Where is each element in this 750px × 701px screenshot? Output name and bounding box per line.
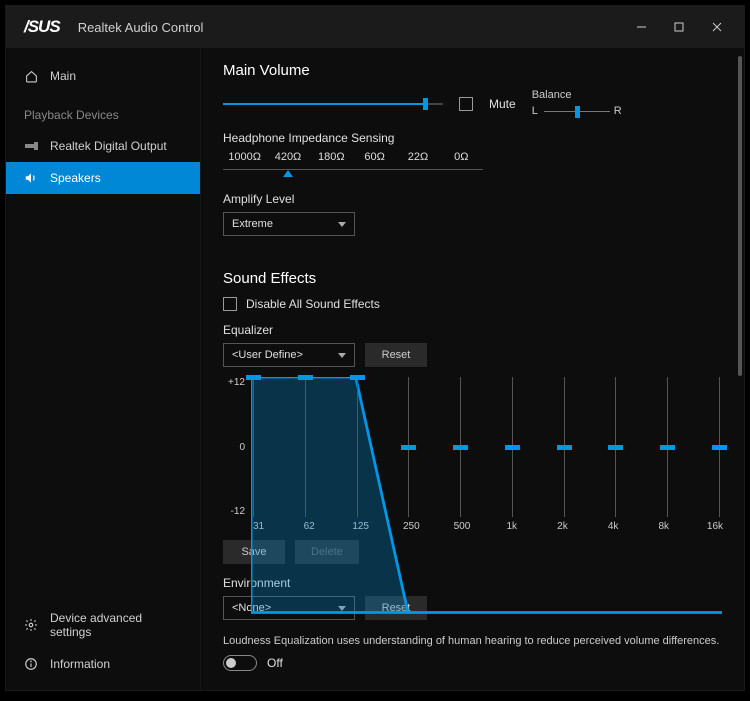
sidebar-item-label: Information	[50, 657, 110, 671]
gear-icon	[24, 618, 38, 632]
equalizer-delete-button[interactable]: Delete	[295, 540, 359, 564]
balance-left-label: L	[532, 105, 538, 117]
eq-band-label: 16k	[707, 521, 722, 532]
environment-reset-button[interactable]: Reset	[365, 596, 427, 620]
eq-band-slider[interactable]	[615, 377, 616, 517]
impedance-scale: 1000Ω420Ω180Ω60Ω22Ω0Ω	[223, 151, 483, 170]
equalizer-save-button[interactable]: Save	[223, 540, 285, 564]
loudness-toggle[interactable]	[223, 655, 257, 671]
titlebar: /SUS Realtek Audio Control	[6, 6, 744, 48]
main-panel: Main Volume Mute Balance L R	[201, 48, 744, 690]
disable-effects-checkbox[interactable]	[223, 297, 237, 311]
eq-band-label: 500	[454, 521, 469, 532]
close-button[interactable]	[698, 12, 736, 42]
eq-band-label: 8k	[656, 521, 671, 532]
mute-label: Mute	[489, 97, 516, 111]
eq-band-label: 250	[403, 521, 418, 532]
home-icon	[24, 69, 38, 83]
eq-band-slider[interactable]	[305, 377, 306, 517]
impedance-tick: 420Ω	[266, 151, 309, 167]
maximize-button[interactable]	[660, 12, 698, 42]
sidebar-item-label: Speakers	[50, 171, 101, 185]
eq-band-slider[interactable]	[408, 377, 409, 517]
sidebar-item-main[interactable]: Main	[6, 60, 200, 92]
sidebar-item-label: Device advanced settings	[50, 611, 182, 639]
chevron-down-icon	[338, 353, 346, 358]
amplify-selected: Extreme	[232, 218, 273, 230]
eq-band-slider[interactable]	[719, 377, 720, 517]
eq-band-slider[interactable]	[357, 377, 358, 517]
equalizer-preset-dropdown[interactable]: <User Define>	[223, 343, 355, 367]
speaker-icon	[24, 171, 38, 185]
equalizer-grid	[251, 377, 722, 517]
sidebar-item-advanced-settings[interactable]: Device advanced settings	[6, 602, 200, 648]
info-icon	[24, 657, 38, 671]
digital-output-icon	[24, 139, 38, 153]
eq-band-label: 31	[251, 521, 266, 532]
sidebar-item-label: Realtek Digital Output	[50, 139, 167, 153]
sidebar: Main Playback Devices Realtek Digital Ou…	[6, 48, 201, 690]
eq-band-label: 62	[302, 521, 317, 532]
eq-band-label: 1k	[504, 521, 519, 532]
environment-selected: <None>	[232, 602, 271, 614]
environment-label: Environment	[223, 576, 722, 590]
eq-band-slider[interactable]	[564, 377, 565, 517]
chevron-down-icon	[338, 606, 346, 611]
eq-band-slider[interactable]	[460, 377, 461, 517]
eq-band-slider[interactable]	[253, 377, 254, 517]
sidebar-item-information[interactable]: Information	[6, 648, 200, 680]
asus-logo: /SUS	[24, 17, 60, 37]
eq-x-axis: 31 62 125 250 500 1k 2k 4k 8k 16k	[251, 521, 722, 532]
eq-band-label: 4k	[606, 521, 621, 532]
app-title: Realtek Audio Control	[78, 20, 204, 35]
balance-slider[interactable]: L R	[532, 103, 622, 119]
amplify-dropdown[interactable]: Extreme	[223, 212, 355, 236]
sidebar-section-playback: Playback Devices	[6, 92, 200, 130]
loudness-state-label: Off	[267, 656, 283, 670]
disable-effects-label: Disable All Sound Effects	[246, 297, 380, 311]
sidebar-item-label: Main	[50, 69, 76, 83]
main-volume-slider[interactable]	[223, 94, 443, 114]
minimize-button[interactable]	[622, 12, 660, 42]
sound-effects-heading: Sound Effects	[223, 270, 722, 287]
sidebar-item-digital-output[interactable]: Realtek Digital Output	[6, 130, 200, 162]
impedance-tick: 1000Ω	[223, 151, 266, 167]
impedance-tick: 0Ω	[440, 151, 483, 167]
equalizer-preset-selected: <User Define>	[232, 349, 303, 361]
equalizer-reset-button[interactable]: Reset	[365, 343, 427, 367]
balance-label: Balance	[532, 89, 622, 101]
impedance-tick: 60Ω	[353, 151, 396, 167]
amplify-label: Amplify Level	[223, 192, 722, 206]
environment-dropdown[interactable]: <None>	[223, 596, 355, 620]
eq-band-slider[interactable]	[512, 377, 513, 517]
sidebar-item-speakers[interactable]: Speakers	[6, 162, 200, 194]
eq-band-label: 2k	[555, 521, 570, 532]
chevron-down-icon	[338, 222, 346, 227]
loudness-description: Loudness Equalization uses understanding…	[223, 634, 722, 649]
eq-y-axis: +12 0 -12	[223, 377, 245, 517]
balance-right-label: R	[614, 105, 622, 117]
eq-band-label: 125	[352, 521, 367, 532]
impedance-tick: 22Ω	[396, 151, 439, 167]
impedance-tick: 180Ω	[310, 151, 353, 167]
eq-band-slider[interactable]	[667, 377, 668, 517]
main-volume-heading: Main Volume	[223, 62, 722, 79]
impedance-marker	[283, 170, 293, 177]
scrollbar[interactable]	[738, 56, 742, 376]
impedance-label: Headphone Impedance Sensing	[223, 131, 722, 145]
equalizer-label: Equalizer	[223, 323, 722, 337]
mute-checkbox[interactable]	[459, 97, 473, 111]
